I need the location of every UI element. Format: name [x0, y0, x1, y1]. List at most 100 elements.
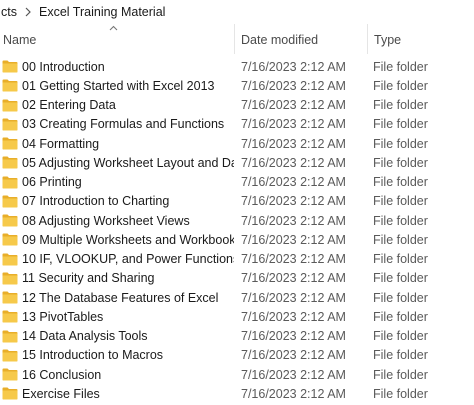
file-name: 12 The Database Features of Excel [22, 290, 219, 305]
table-row[interactable]: 07 Introduction to Charting 7/16/2023 2:1… [0, 192, 474, 211]
table-row[interactable]: Exercise Files 7/16/2023 2:12 AM File fold… [0, 384, 474, 403]
folder-icon [2, 330, 18, 343]
name-cell[interactable]: 13 PivotTables [0, 310, 234, 324]
file-name: 10 IF, VLOOKUP, and Power Functions [22, 252, 234, 267]
file-name: 11 Security and Sharing [22, 271, 155, 286]
date-modified-cell: 7/16/2023 2:12 AM [241, 213, 346, 228]
type-cell: File folder [373, 78, 428, 93]
date-modified-cell: 7/16/2023 2:12 AM [241, 117, 346, 132]
name-cell[interactable]: 01 Getting Started with Excel 2013 [0, 79, 234, 93]
name-cell[interactable]: 05 Adjusting Worksheet Layout and Data [0, 156, 234, 170]
table-row[interactable]: 04 Formatting 7/16/2023 2:12 AM File folde… [0, 134, 474, 153]
name-cell[interactable]: 00 Introduction [0, 60, 234, 74]
date-modified-cell: 7/16/2023 2:12 AM [241, 329, 346, 344]
table-row[interactable]: 13 PivotTables 7/16/2023 2:12 AM File fold… [0, 307, 474, 326]
name-cell[interactable]: 11 Security and Sharing [0, 271, 234, 285]
column-header-type[interactable]: Type [367, 24, 474, 54]
table-row[interactable]: 14 Data Analysis Tools 7/16/2023 2:12 AM F… [0, 327, 474, 346]
type-cell: File folder [373, 348, 428, 363]
folder-icon [2, 272, 18, 285]
file-name: 05 Adjusting Worksheet Layout and Data [22, 155, 234, 170]
type-cell: File folder [373, 271, 428, 286]
date-modified-cell: 7/16/2023 2:12 AM [241, 309, 346, 324]
type-cell: File folder [373, 367, 428, 382]
table-row[interactable]: 00 Introduction 7/16/2023 2:12 AM File fol… [0, 57, 474, 76]
name-cell[interactable]: 08 Adjusting Worksheet Views [0, 214, 234, 228]
folder-icon [2, 368, 18, 381]
file-name: 15 Introduction to Macros [22, 348, 164, 363]
date-modified-cell: 7/16/2023 2:12 AM [241, 348, 346, 363]
folder-icon [2, 349, 18, 362]
folder-icon [2, 233, 18, 246]
file-name: 02 Entering Data [22, 98, 116, 113]
file-name: 08 Adjusting Worksheet Views [22, 213, 190, 228]
type-cell: File folder [373, 155, 428, 170]
column-header-name[interactable]: Name [0, 24, 234, 54]
table-row[interactable]: 11 Security and Sharing 7/16/2023 2:12 AM… [0, 269, 474, 288]
file-name: 07 Introduction to Charting [22, 194, 170, 209]
name-cell[interactable]: 15 Introduction to Macros [0, 348, 234, 362]
type-cell: File folder [373, 309, 428, 324]
table-row[interactable]: 08 Adjusting Worksheet Views 7/16/2023 2:… [0, 211, 474, 230]
name-cell[interactable]: 02 Entering Data [0, 98, 234, 112]
name-cell[interactable]: 03 Creating Formulas and Functions [0, 117, 234, 131]
table-row[interactable]: 02 Entering Data 7/16/2023 2:12 AM File fo… [0, 96, 474, 115]
name-cell[interactable]: 07 Introduction to Charting [0, 194, 234, 208]
type-cell: File folder [373, 117, 428, 132]
date-modified-cell: 7/16/2023 2:12 AM [241, 136, 346, 151]
table-row[interactable]: 15 Introduction to Macros 7/16/2023 2:12 … [0, 346, 474, 365]
file-name: 13 PivotTables [22, 309, 104, 324]
folder-icon [2, 118, 18, 131]
column-header-date-modified[interactable]: Date modified [234, 24, 367, 54]
table-row[interactable]: 09 Multiple Worksheets and Workbooks 7/16… [0, 230, 474, 249]
type-cell: File folder [373, 252, 428, 267]
name-cell[interactable]: Exercise Files [0, 387, 234, 401]
file-name: 16 Conclusion [22, 367, 102, 382]
name-cell[interactable]: 14 Data Analysis Tools [0, 329, 234, 343]
file-name: 03 Creating Formulas and Functions [22, 117, 225, 132]
table-row[interactable]: 03 Creating Formulas and Functions 7/16/2… [0, 115, 474, 134]
folder-icon [2, 156, 18, 169]
table-row[interactable]: 16 Conclusion 7/16/2023 2:12 AM File folde… [0, 365, 474, 384]
folder-icon [2, 195, 18, 208]
table-row[interactable]: 10 IF, VLOOKUP, and Power Functions 7/16/… [0, 250, 474, 269]
column-header-name-label: Name [3, 33, 37, 47]
date-modified-cell: 7/16/2023 2:12 AM [241, 155, 346, 170]
type-cell: File folder [373, 175, 428, 190]
sort-ascending-icon [108, 24, 118, 32]
file-name: 00 Introduction [22, 59, 105, 74]
folder-icon [2, 99, 18, 112]
address-bar[interactable]: cts Excel Training Material [0, 0, 474, 24]
table-row[interactable]: 01 Getting Started with Excel 2013 7/16/2… [0, 76, 474, 95]
breadcrumb-item-current[interactable]: Excel Training Material [37, 5, 167, 19]
type-cell: File folder [373, 386, 428, 401]
name-cell[interactable]: 09 Multiple Worksheets and Workbooks [0, 233, 234, 247]
table-row[interactable]: 05 Adjusting Worksheet Layout and Data 7/… [0, 153, 474, 172]
folder-icon [2, 291, 18, 304]
chevron-right-icon[interactable] [19, 7, 37, 17]
type-cell: File folder [373, 194, 428, 209]
breadcrumb-item-parent[interactable]: cts [0, 5, 19, 19]
table-row[interactable]: 06 Printing 7/16/2023 2:12 AM File folder [0, 173, 474, 192]
type-cell: File folder [373, 59, 428, 74]
type-cell: File folder [373, 232, 428, 247]
column-header-row: Name Date modified Type [0, 24, 474, 54]
file-name: 09 Multiple Worksheets and Workbooks [22, 232, 234, 247]
name-cell[interactable]: 06 Printing [0, 175, 234, 189]
name-cell[interactable]: 16 Conclusion [0, 368, 234, 382]
date-modified-cell: 7/16/2023 2:12 AM [241, 175, 346, 190]
name-cell[interactable]: 12 The Database Features of Excel [0, 291, 234, 305]
file-name: 14 Data Analysis Tools [22, 329, 148, 344]
name-cell[interactable]: 04 Formatting [0, 137, 234, 151]
date-modified-cell: 7/16/2023 2:12 AM [241, 367, 346, 382]
type-cell: File folder [373, 329, 428, 344]
file-explorer-window: cts Excel Training Material Name Date mo… [0, 0, 474, 405]
date-modified-cell: 7/16/2023 2:12 AM [241, 78, 346, 93]
date-modified-cell: 7/16/2023 2:12 AM [241, 59, 346, 74]
folder-icon [2, 310, 18, 323]
folder-icon [2, 253, 18, 266]
name-cell[interactable]: 10 IF, VLOOKUP, and Power Functions [0, 252, 234, 266]
table-row[interactable]: 12 The Database Features of Excel 7/16/20… [0, 288, 474, 307]
file-name: 06 Printing [22, 175, 82, 190]
folder-icon [2, 387, 18, 400]
